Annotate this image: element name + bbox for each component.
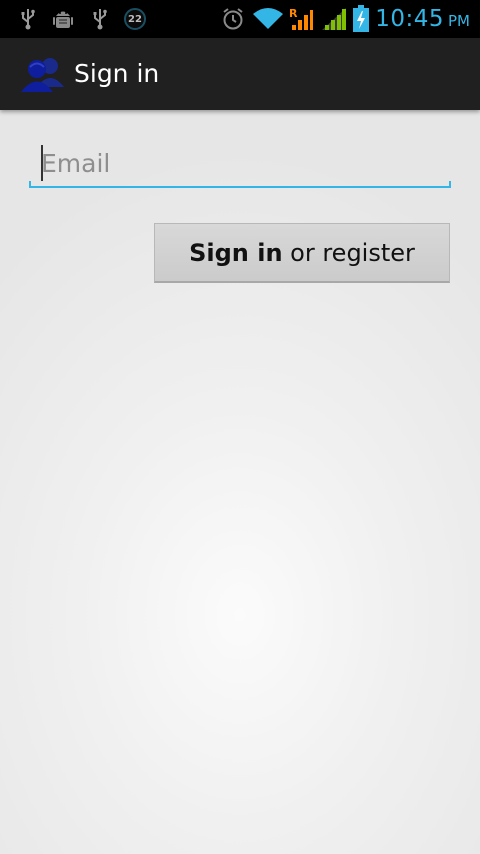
roaming-signal-icon: R <box>287 0 315 38</box>
email-field-underline <box>29 181 451 188</box>
clock: 10:45 PM <box>375 0 470 38</box>
action-bar: Sign in <box>0 38 480 110</box>
button-label-bold: Sign in <box>189 238 283 267</box>
signal-icon <box>320 0 348 38</box>
usb-icon <box>16 0 40 38</box>
status-bar: 22 R 10:45 PM <box>0 0 480 38</box>
clock-ampm: PM <box>448 12 470 30</box>
email-field-wrapper <box>29 140 451 188</box>
button-label-rest: or register <box>282 238 415 267</box>
notification-count: 22 <box>124 8 146 30</box>
sign-in-or-register-button[interactable]: Sign in or register <box>154 223 450 283</box>
roaming-label: R <box>289 7 298 20</box>
alarm-icon <box>220 0 246 38</box>
email-field[interactable] <box>29 140 451 186</box>
page-title: Sign in <box>74 59 160 88</box>
people-icon[interactable] <box>20 55 66 93</box>
android-debug-icon <box>50 0 76 38</box>
notification-count-icon: 22 <box>122 0 148 38</box>
battery-charging-icon <box>350 0 372 38</box>
wifi-icon <box>252 0 284 38</box>
text-cursor <box>41 145 43 181</box>
clock-time: 10:45 <box>375 6 444 32</box>
usb-icon <box>88 0 112 38</box>
